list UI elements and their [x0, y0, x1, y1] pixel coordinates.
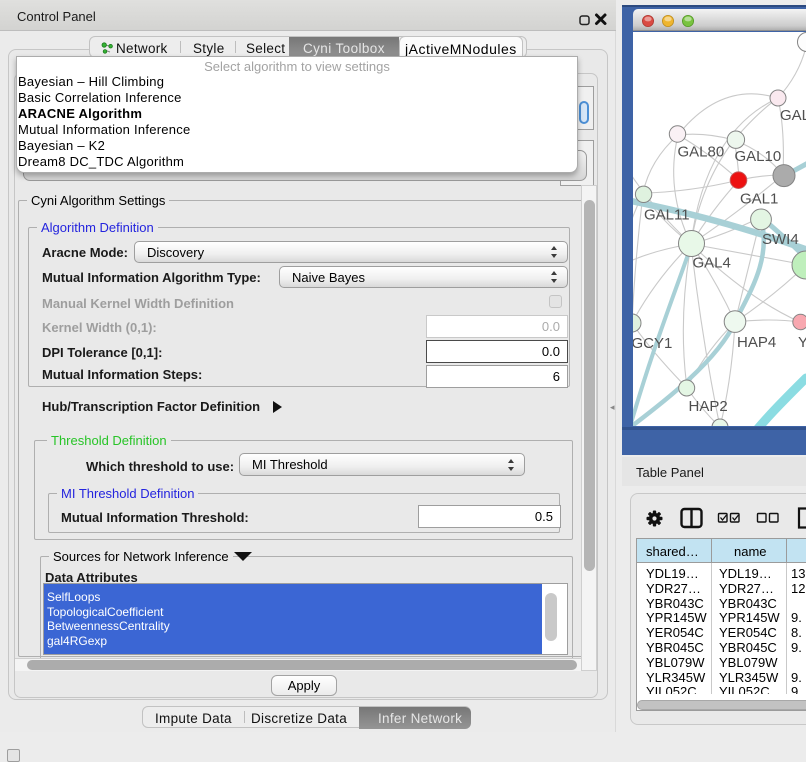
svg-text:YE: YE	[798, 334, 806, 351]
svg-text:SWI4: SWI4	[762, 231, 799, 248]
svg-text:HAP4: HAP4	[737, 334, 776, 351]
svg-text:GAL4: GAL4	[693, 255, 731, 272]
svg-text:GAL80: GAL80	[780, 107, 806, 124]
svg-text:GAL1: GAL1	[740, 191, 778, 208]
svg-text:HAP2: HAP2	[689, 398, 728, 415]
svg-text:GAL11: GAL11	[644, 207, 690, 224]
svg-text:GCY1: GCY1	[633, 335, 672, 352]
svg-text:GAL10: GAL10	[735, 148, 782, 165]
svg-text:GAL80: GAL80	[678, 144, 725, 161]
